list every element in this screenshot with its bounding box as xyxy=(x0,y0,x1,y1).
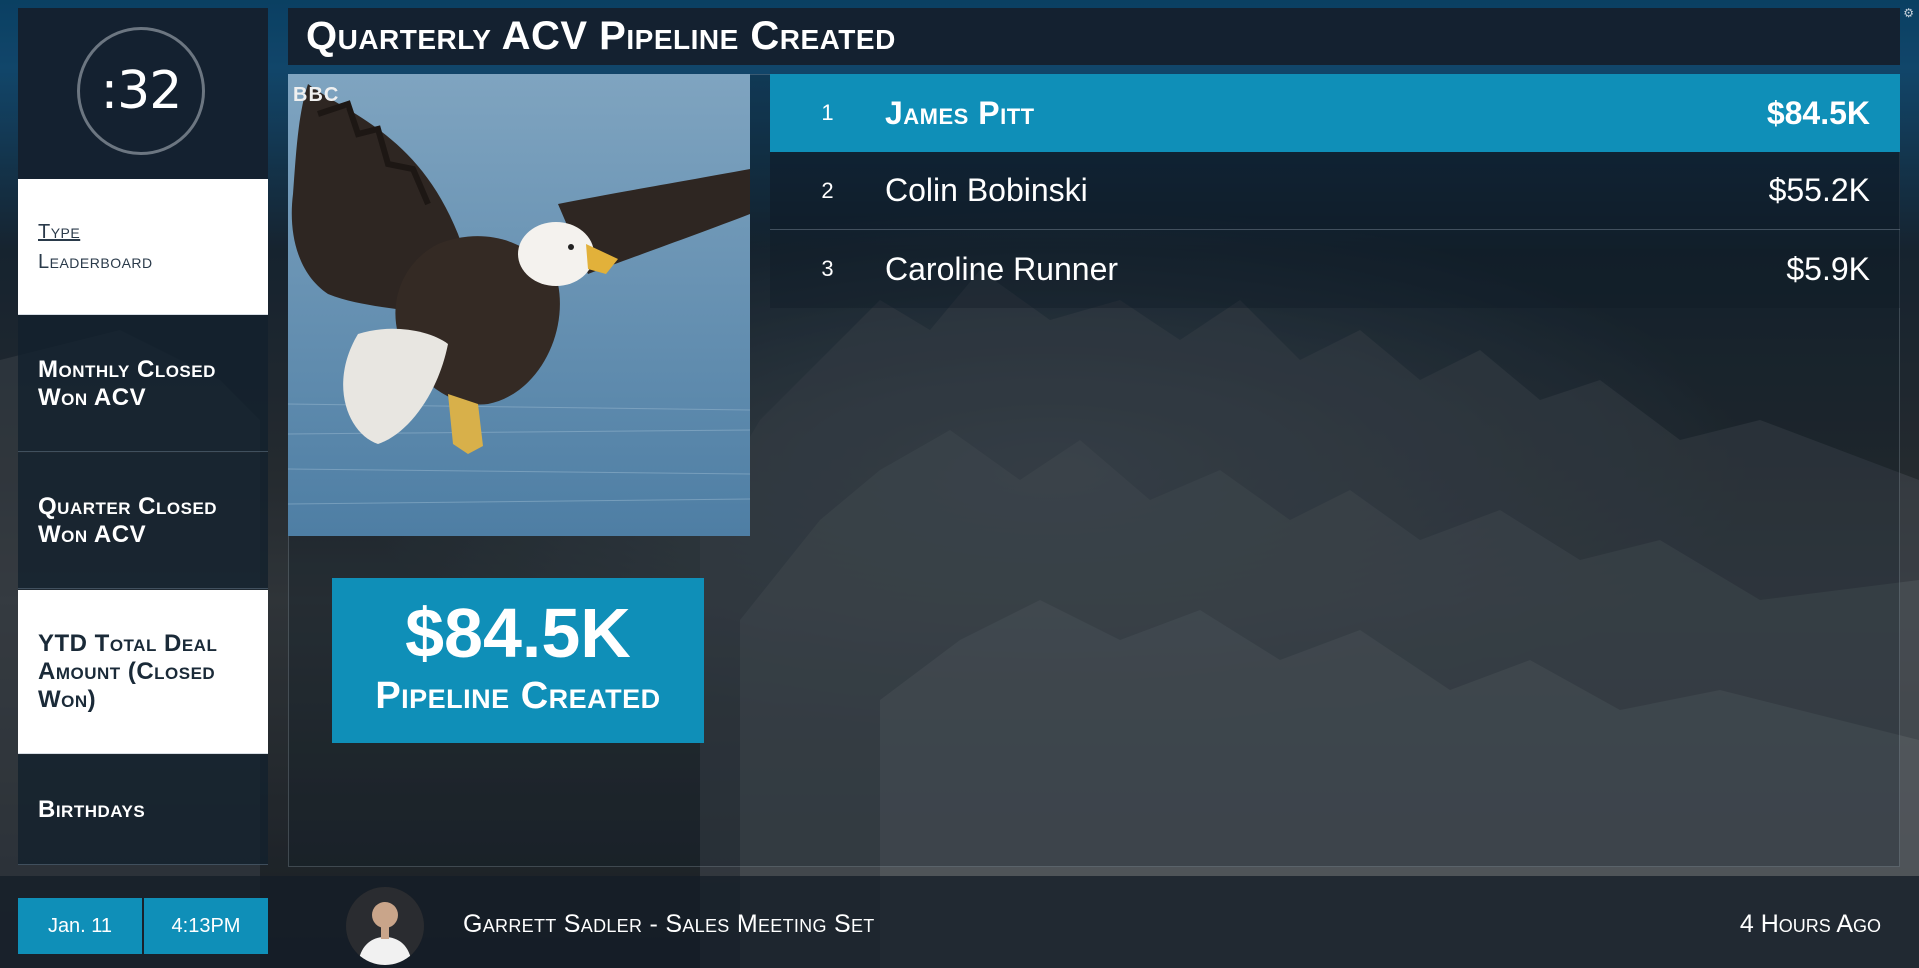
user-photo-icon xyxy=(346,887,424,965)
sidebar: :32 Type Leaderboard Monthly Closed Won … xyxy=(18,8,268,865)
gear-icon[interactable]: ⚙ xyxy=(1903,6,1914,20)
sidebar-item-type-leaderboard[interactable]: Type Leaderboard xyxy=(18,179,268,315)
activity-ticker-bar xyxy=(0,876,1919,968)
sidebar-item-birthdays[interactable]: Birthdays xyxy=(18,755,268,865)
sidebar-item-type-label: Type xyxy=(38,220,81,243)
sidebar-item-quarter-closed-won-acv[interactable]: Quarter Closed Won ACV xyxy=(18,453,268,589)
rep-name: Colin Bobinski xyxy=(885,172,1088,208)
highlight-label: Pipeline Created xyxy=(375,675,661,717)
sidebar-item-label: YTD Total Deal Amount (Closed Won) xyxy=(38,629,218,713)
rank-number: 2 xyxy=(821,177,834,203)
sidebar-item-label: Birthdays xyxy=(38,795,146,823)
rep-amount: $84.5K xyxy=(1766,94,1870,131)
eagle-icon xyxy=(288,74,750,536)
countdown-timer: :32 xyxy=(77,27,205,155)
current-date: Jan. 11 xyxy=(18,898,142,954)
activity-message: Garrett Sadler - Sales Meeting Set xyxy=(463,910,875,938)
activity-time-ago: 4 Hours Ago xyxy=(1739,910,1881,938)
page-title: Quarterly ACV Pipeline Created xyxy=(288,8,1900,65)
sidebar-item-label: Monthly Closed Won ACV xyxy=(38,355,216,411)
highlight-value: $84.5K xyxy=(405,594,631,672)
rep-name: Caroline Runner xyxy=(885,250,1119,287)
rep-name: James Pitt xyxy=(885,94,1035,131)
sidebar-item-ytd-total-deal-amount[interactable]: YTD Total Deal Amount (Closed Won) xyxy=(18,590,268,754)
leaderboard-row[interactable]: 2 Colin Bobinski $55.2K xyxy=(770,152,1900,230)
leaderboard-row[interactable]: 1 James Pitt $84.5K xyxy=(770,74,1900,152)
current-time: 4:13PM xyxy=(144,898,268,954)
sidebar-item-label: Quarter Closed Won ACV xyxy=(38,492,218,548)
eagle-image: BBC xyxy=(288,74,750,536)
rank-number: 1 xyxy=(821,100,834,125)
rep-amount: $55.2K xyxy=(1768,172,1870,208)
leaderboard-list: 1 James Pitt $84.5K 2 Colin Bobinski $55… xyxy=(770,74,1900,308)
timer-panel: :32 xyxy=(18,8,268,179)
avatar xyxy=(346,887,424,965)
rep-amount: $5.9K xyxy=(1786,250,1870,287)
leaderboard-row[interactable]: 3 Caroline Runner $5.9K xyxy=(770,230,1900,308)
top-performer-highlight: $84.5K Pipeline Created xyxy=(332,578,704,743)
rank-number: 3 xyxy=(821,256,834,281)
bbc-watermark: BBC xyxy=(293,84,340,106)
sidebar-item-type-value: Leaderboard xyxy=(38,250,153,273)
sidebar-item-monthly-closed-won-acv[interactable]: Monthly Closed Won ACV xyxy=(18,316,268,452)
